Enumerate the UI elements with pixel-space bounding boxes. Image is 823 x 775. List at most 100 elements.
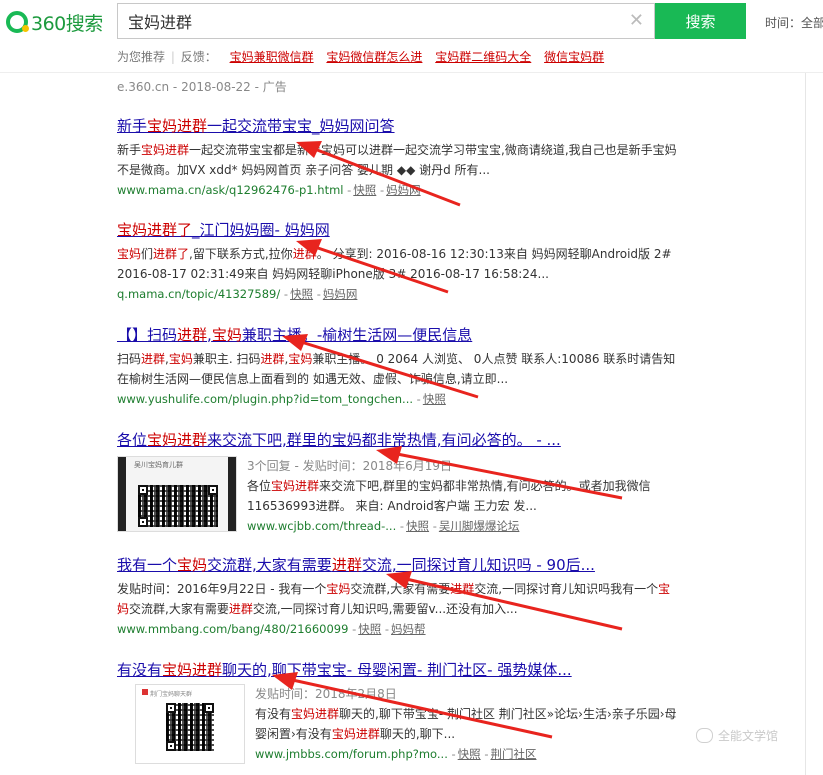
site-link[interactable]: 妈妈网 <box>386 183 421 197</box>
qr-code-icon <box>166 703 214 751</box>
snippet-highlight: 进群 <box>292 247 317 261</box>
search-button[interactable]: 搜索 <box>655 3 746 39</box>
result-title[interactable]: 各位宝妈进群来交流下吧,群里的宝妈都非常热情,有问必答的。 - ... <box>117 430 677 450</box>
result-url-line: www.mama.cn/ask/q12962476-p1.html - 快照 -妈… <box>117 183 421 197</box>
title-text: 【】扫码 <box>117 326 178 344</box>
result-title[interactable]: 有没有宝妈进群聊天的,聊下带宝宝- 母婴闲置- 荆门社区- 强势媒体... <box>117 660 677 680</box>
search-box: ✕ <box>117 3 655 39</box>
title-text: 新手 <box>117 117 148 135</box>
result-url[interactable]: www.wcjbb.com/thread-... <box>247 519 396 533</box>
result-title[interactable]: 宝妈进群了_江门妈妈圈- 妈妈网 <box>117 220 677 240</box>
result-url[interactable]: www.yushulife.com/plugin.php?id=tom_tong… <box>117 392 413 406</box>
title-highlight: 进群 <box>177 326 208 344</box>
result-title[interactable]: 【】扫码进群,宝妈兼职主播。-榆树生活网—便民信息 <box>117 325 677 345</box>
result-url[interactable]: www.mmbang.com/bang/480/21660099 <box>117 622 348 636</box>
result-title[interactable]: 新手宝妈进群一起交流带宝宝_妈妈网问答 <box>117 116 677 136</box>
snippet-highlight: 进群了 <box>153 247 190 261</box>
result-snippet: 新手宝妈进群一起交流带宝宝都是新手宝妈可以进群一起交流学习带宝宝,微商请绕道,我… <box>117 140 677 180</box>
result-url-line: www.jmbbs.com/forum.php?mo... - 快照 - 荆门社区 <box>255 747 537 761</box>
watermark-icon <box>696 728 713 743</box>
title-text: 兼职主播。-榆树生活网—便民信息 <box>241 326 473 344</box>
result-snippet: 发贴时间：2016年9月22日 - 我有一个宝妈交流群,大家有需要进群交流,一同… <box>117 579 677 619</box>
result-thumbnail[interactable]: 荆门宝妈聊天群 <box>135 684 245 764</box>
snapshot-link[interactable]: 快照 <box>406 519 429 533</box>
title-text: 各位 <box>117 431 148 449</box>
snapshot-link[interactable]: 快照 <box>423 392 446 406</box>
snapshot-link[interactable]: 快照 <box>358 622 381 636</box>
recommend-bar: 为您推荐 | 反馈： 宝妈兼职微信群 宝妈微信群怎么进 宝妈群二维码大全 微信宝… <box>117 48 604 65</box>
site-link[interactable]: 吴川脚爆爆论坛 <box>439 519 520 533</box>
watermark: 全能文学馆 <box>718 729 779 743</box>
separator: | <box>170 50 175 64</box>
feedback-link[interactable]: 反馈： <box>181 50 217 64</box>
qr-code-icon <box>138 485 218 527</box>
result-thumbnail[interactable]: 吴川宝妈育儿群 <box>117 456 237 532</box>
thumb-badge <box>142 689 148 695</box>
result-body: 吴川宝妈育儿群 3个回复 - 发贴时间：2018年6月19日 各位宝妈进群来交流… <box>117 456 677 535</box>
snippet-highlight: 进群 <box>450 582 475 596</box>
result-url-line: www.wcjbb.com/thread-... - 快照 - 吴川脚爆爆论坛 <box>247 519 520 533</box>
title-highlight: 宝妈进群 <box>162 661 223 679</box>
post-meta: 发贴时间：2018年2月8日 <box>255 687 397 701</box>
title-text: 我有一个 <box>117 556 178 574</box>
site-link[interactable]: 荆门社区 <box>490 747 536 761</box>
snapshot-link[interactable]: 快照 <box>290 287 313 301</box>
snippet-highlight: 宝妈 <box>117 247 142 261</box>
result-url[interactable]: q.mama.cn/topic/41327589/ <box>117 287 280 301</box>
snippet-highlight: 宝妈进群 <box>271 479 320 493</box>
result-body-text: 发贴时间：2018年2月8日 有没有宝妈进群聊天的,聊下带宝宝- 荆门社区 荆门… <box>255 684 677 764</box>
snippet-text: 有没有 <box>255 707 292 721</box>
title-text: 一起交流带宝宝_妈妈网问答 <box>207 117 395 135</box>
site-link[interactable]: 妈妈帮 <box>391 622 426 636</box>
result-title[interactable]: 我有一个宝妈交流群,大家有需要进群交流,一同探讨育儿知识吗 - 90后... <box>117 555 677 575</box>
recommend-link[interactable]: 微信宝妈群 <box>544 50 604 64</box>
result-meta: 3个回复 - 发贴时间：2018年6月19日 <box>247 456 677 476</box>
result-url-line: www.yushulife.com/plugin.php?id=tom_tong… <box>117 392 446 406</box>
result-body: 荆门宝妈聊天群 发贴时间：2018年2月8日 有没有宝妈进群聊天的,聊下带宝宝-… <box>117 684 677 764</box>
title-highlight: 进群 <box>331 556 362 574</box>
close-icon[interactable]: ✕ <box>629 11 644 31</box>
qr-corner <box>138 485 148 495</box>
title-highlight: 宝妈进群 <box>147 117 208 135</box>
logo-text: 360搜索 <box>31 12 103 35</box>
title-highlight: 宝妈 <box>211 326 242 344</box>
site-link[interactable]: 妈妈网 <box>323 287 358 301</box>
result-snippet: 各位宝妈进群来交流下吧,群里的宝妈都非常热情,有问必答的。或者加我微信11653… <box>247 476 677 516</box>
snippet-highlight: 进群 <box>228 602 253 616</box>
snippet-highlight: 宝妈进群 <box>141 143 190 157</box>
thumb-border <box>228 457 236 531</box>
logo[interactable]: 360搜索 <box>6 8 103 36</box>
snippet-text: 各位 <box>247 479 272 493</box>
snippet-highlight: 宝妈 <box>326 582 351 596</box>
snippet-highlight: 进群 <box>141 352 166 366</box>
result-url[interactable]: www.mama.cn/ask/q12962476-p1.html <box>117 183 343 197</box>
header-divider <box>0 72 823 73</box>
snippet-text: 交流,一同探讨育儿知识吗,需要留v...还没有加入... <box>252 602 518 616</box>
search-result: 各位宝妈进群来交流下吧,群里的宝妈都非常热情,有问必答的。 - ... 吴川宝妈… <box>117 430 677 535</box>
snippet-text: 新手 <box>117 143 142 157</box>
search-input[interactable] <box>128 10 608 32</box>
title-highlight: 宝妈 <box>177 556 208 574</box>
result-url[interactable]: www.jmbbs.com/forum.php?mo... <box>255 747 448 761</box>
snippet-text: 发贴时间：2016年9月22日 - 我有一个 <box>117 582 327 596</box>
recommend-link[interactable]: 宝妈微信群怎么进 <box>326 50 422 64</box>
search-result: 有没有宝妈进群聊天的,聊下带宝宝- 母婴闲置- 荆门社区- 强势媒体... 荆门… <box>117 660 677 764</box>
recommend-link[interactable]: 宝妈兼职微信群 <box>230 50 314 64</box>
snapshot-link[interactable]: 快照 <box>458 747 481 761</box>
title-text: _江门妈妈圈- 妈妈网 <box>192 221 330 239</box>
snippet-highlight: 宝妈 <box>288 352 313 366</box>
thumb-border <box>118 457 126 531</box>
time-filter[interactable]: 时间：全部 <box>765 14 823 31</box>
snapshot-link[interactable]: 快照 <box>353 183 376 197</box>
snippet-text: 兼职主. 扫码 <box>192 352 261 366</box>
qr-corner <box>138 517 148 527</box>
post-meta: 3个回复 - 发贴时间：2018年6月19日 <box>247 459 453 473</box>
result-url-line: www.mmbang.com/bang/480/21660099 - 快照 - 妈妈… <box>117 622 426 636</box>
result-body-text: 3个回复 - 发贴时间：2018年6月19日 各位宝妈进群来交流下吧,群里的宝妈… <box>247 456 677 535</box>
snippet-highlight: 进群 <box>260 352 285 366</box>
snippet-text: 一起交流带宝宝都是新手宝妈可以进群一起交流学习带宝宝,微商请绕道,我自己也是新手… <box>117 143 677 177</box>
recommend-link[interactable]: 宝妈群二维码大全 <box>435 50 531 64</box>
qr-corner <box>166 703 176 713</box>
search-result: 【】扫码进群,宝妈兼职主播。-榆树生活网—便民信息 扫码进群,宝妈兼职主. 扫码… <box>117 325 677 408</box>
snippet-text: 交流群,大家有需要 <box>350 582 451 596</box>
